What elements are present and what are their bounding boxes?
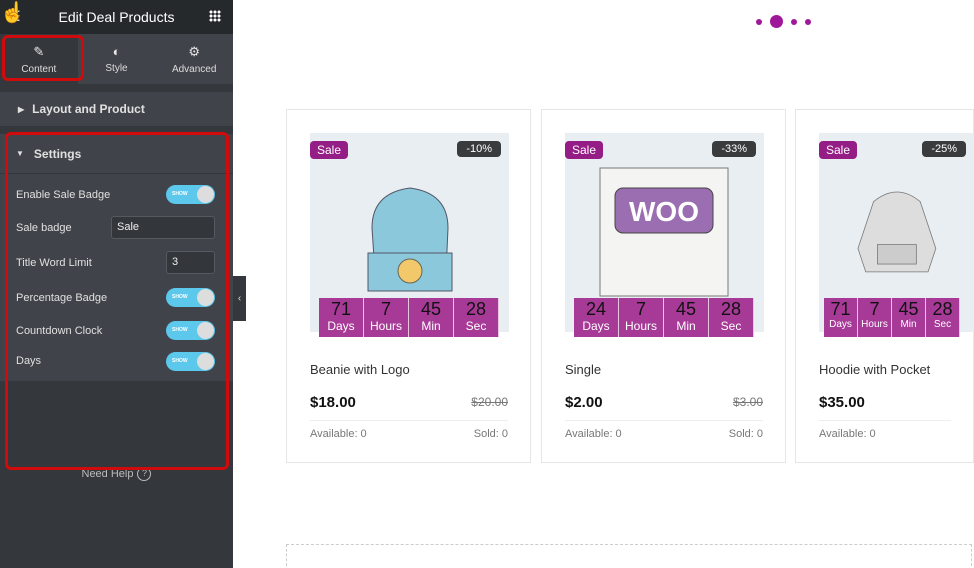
countdown-value: 7 — [869, 299, 880, 319]
countdown-sec: 28 Sec — [454, 298, 499, 337]
svg-text:WOO: WOO — [629, 196, 699, 227]
sale-price: $18.00 — [310, 394, 356, 411]
countdown-clock: 24 Days 7 Hours 45 Min 28 Sec — [574, 298, 754, 337]
tab-advanced[interactable]: ⚙ Advanced — [155, 34, 233, 84]
countdown-label: Sec — [465, 319, 487, 333]
countdown-label: Hours — [369, 319, 402, 333]
countdown-hours: 7 Hours — [858, 298, 892, 337]
countdown-label: Hours — [624, 319, 657, 333]
countdown-days: 71 Days — [824, 298, 858, 337]
sold-count: Sold: 0 — [728, 428, 763, 440]
panel-title: Edit Deal Products — [58, 9, 175, 25]
empty-drop-area[interactable] — [286, 544, 972, 566]
carousel-dot[interactable] — [805, 18, 811, 25]
cursor-hand-icon: ☝ — [0, 2, 25, 24]
countdown-label: Min — [421, 319, 441, 333]
countdown-label: Sec — [720, 319, 742, 333]
countdown-days: 71 Days — [319, 298, 364, 337]
sale-badge: Sale — [565, 141, 604, 159]
sale-price: $2.00 — [565, 394, 603, 411]
regular-price: $20.00 — [471, 395, 508, 409]
percentage-badge: -33% — [712, 141, 756, 157]
gear-icon: ⚙ — [188, 43, 200, 59]
percentage-badge: -10% — [457, 141, 501, 157]
available-count: Available: 0 — [819, 428, 876, 440]
countdown-clock: 71 Days 7 Hours 45 Min 28 Sec — [824, 298, 960, 337]
collapse-panel-button[interactable]: ‹ — [233, 276, 246, 321]
product-card[interactable]: Sale -25% 71 Days 7 Hours 45 Min 28 Sec Hood… — [795, 109, 974, 463]
countdown-min: 45 Min — [664, 298, 709, 337]
highlight-settings — [5, 132, 229, 470]
product-title[interactable]: Beanie with Logo — [310, 362, 410, 377]
available-count: Available: 0 — [565, 428, 622, 440]
product-title[interactable]: Single — [565, 362, 601, 377]
divider — [565, 420, 763, 421]
countdown-value: 28 — [932, 299, 953, 319]
countdown-label: Sec — [933, 319, 952, 330]
product-card[interactable]: WOO Sale -33% 24 Days 7 Hours 45 Min 28 Sec … — [541, 109, 786, 463]
section-layout-and-product[interactable]: ▶ Layout and Product — [0, 92, 233, 126]
countdown-sec: 28 Sec — [709, 298, 754, 337]
countdown-value: 28 — [465, 299, 487, 319]
divider — [310, 420, 508, 421]
caret-right-icon: ▶ — [18, 104, 25, 114]
carousel-dots — [756, 15, 811, 28]
carousel-dot[interactable] — [791, 18, 797, 25]
tab-style[interactable]: ◐ Style — [78, 34, 156, 84]
editor-panel: ☰ Edit Deal Products ✎ Content ◐ Style ⚙ Ad… — [0, 0, 233, 568]
tab-label: Style — [105, 63, 128, 74]
percentage-badge: -25% — [922, 141, 966, 157]
countdown-value: 28 — [720, 299, 742, 319]
countdown-min: 45 Min — [409, 298, 454, 337]
widgets-grid-icon[interactable] — [209, 10, 221, 22]
tab-label: Advanced — [171, 63, 217, 75]
countdown-clock: 71 Days 7 Hours 45 Min 28 Sec — [319, 298, 499, 337]
panel-header: ☰ Edit Deal Products — [0, 0, 233, 34]
countdown-value: 45 — [898, 299, 919, 319]
product-card[interactable]: Sale -10% 71 Days 7 Hours 45 Min 28 Sec Bean… — [286, 109, 531, 463]
sale-badge: Sale — [310, 141, 349, 159]
countdown-days: 24 Days — [574, 298, 619, 337]
countdown-label: Min — [900, 319, 917, 330]
countdown-value: 45 — [420, 299, 442, 319]
contrast-icon: ◐ — [112, 44, 121, 59]
countdown-hours: 7 Hours — [364, 298, 409, 337]
countdown-label: Hours — [861, 319, 888, 330]
section-label: Layout and Product — [32, 102, 145, 116]
highlight-content-tab — [2, 35, 84, 81]
product-title[interactable]: Hoodie with Pocket — [819, 362, 930, 377]
countdown-value: 7 — [380, 299, 391, 319]
divider — [819, 420, 951, 421]
countdown-value: 71 — [330, 299, 352, 319]
countdown-sec: 28 Sec — [926, 298, 960, 337]
countdown-value: 7 — [635, 299, 646, 319]
regular-price: $3.00 — [732, 395, 763, 409]
countdown-value: 24 — [585, 299, 607, 319]
countdown-value: 71 — [830, 299, 851, 319]
carousel-dot[interactable] — [756, 18, 762, 25]
available-count: Available: 0 — [310, 428, 367, 440]
countdown-min: 45 Min — [892, 298, 926, 337]
sale-price: $35.00 — [819, 394, 865, 411]
countdown-label: Min — [676, 319, 696, 333]
countdown-hours: 7 Hours — [619, 298, 664, 337]
countdown-label: Days — [829, 319, 852, 330]
countdown-label: Days — [327, 319, 355, 333]
countdown-value: 45 — [675, 299, 697, 319]
sold-count: Sold: 0 — [473, 428, 508, 440]
carousel-dot-active[interactable] — [770, 15, 783, 28]
chevron-left-icon: ‹ — [237, 293, 242, 304]
countdown-label: Days — [582, 319, 610, 333]
sale-badge: Sale — [819, 141, 858, 159]
